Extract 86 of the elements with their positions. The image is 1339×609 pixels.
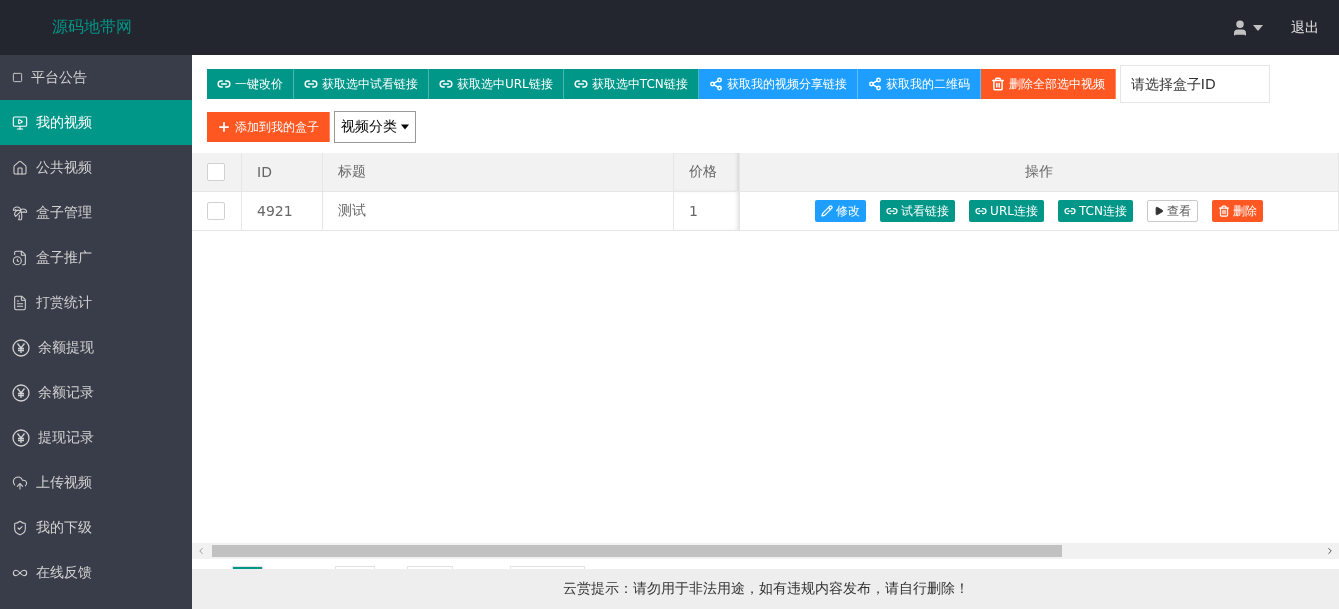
sidebar-item[interactable]: 平台公告: [0, 55, 192, 100]
shield-check-icon: [12, 519, 28, 536]
document-icon: [12, 249, 28, 266]
row-action-button[interactable]: TCN连接: [1057, 200, 1133, 222]
add-to-box-button[interactable]: 添加到我的盒子: [207, 112, 330, 142]
sidebar-item[interactable]: 我的下级: [0, 505, 192, 550]
video-icon: [12, 114, 28, 131]
cloud-upload-icon: [12, 474, 28, 491]
sidebar-item-label: 公共视频: [36, 158, 92, 177]
column-header: ID: [242, 153, 323, 192]
caret-icon: [401, 124, 409, 130]
column-header: 标题: [323, 153, 674, 192]
link-icon: [1063, 205, 1076, 217]
user-menu[interactable]: [1231, 18, 1263, 37]
sidebar-item[interactable]: 公共视频: [0, 145, 192, 190]
category-select[interactable]: 视频分类: [334, 111, 416, 143]
row-action-button[interactable]: 删除: [1211, 200, 1263, 222]
pager-button[interactable]: [232, 566, 263, 569]
plus-icon: [217, 120, 231, 134]
share-icon: [867, 77, 882, 91]
play-icon: [1153, 206, 1164, 216]
link-icon: [439, 77, 453, 91]
sidebar-item-label: 盒子推广: [36, 248, 92, 267]
sidebar-item[interactable]: 盒子管理: [0, 190, 192, 235]
toolbar-button[interactable]: 获取选中TCN链接: [563, 69, 699, 99]
link-icon: [975, 205, 988, 217]
column-header: 操作: [740, 153, 1339, 192]
document-icon: [12, 294, 28, 311]
sidebar-item-label: 提现记录: [38, 428, 94, 447]
share-icon: [708, 77, 723, 91]
sidebar-item-label: 盒子管理: [36, 203, 92, 222]
user-icon: [1231, 18, 1249, 37]
caret-icon: [1253, 24, 1263, 31]
pencil-icon: [821, 205, 834, 217]
yen-circle-icon: [12, 338, 30, 357]
table-cell: 4921: [242, 192, 323, 231]
footer-notice: 云赏提示：请勿用于非法用途，如有违规内容发布，请自行删除！: [562, 580, 969, 598]
row-action-button[interactable]: 修改: [815, 200, 867, 222]
box-id-field[interactable]: 请选择盒子ID: [1119, 65, 1270, 103]
square-icon: [12, 72, 23, 83]
sidebar-item[interactable]: 提现记录: [0, 415, 192, 460]
sidebar-item-label: 上传视频: [36, 473, 92, 492]
sidebar-item[interactable]: 上传视频: [0, 460, 192, 505]
yen-circle-icon: [12, 383, 30, 402]
link-icon: [304, 77, 318, 91]
sidebar-item[interactable]: 余额提现: [0, 325, 192, 370]
toolbar-button[interactable]: 获取我的视频分享链接: [698, 69, 858, 99]
home-icon: [12, 159, 28, 176]
row-checkbox[interactable]: [207, 202, 225, 220]
sidebar-item[interactable]: 打赏统计: [0, 280, 192, 325]
sidebar-item[interactable]: 我的视频: [0, 100, 192, 145]
table-cell: 测试: [323, 192, 674, 231]
trash-icon: [1217, 205, 1230, 217]
sidebar-item-label: 平台公告: [31, 68, 87, 87]
yen-circle-icon: [12, 428, 30, 447]
row-action-button[interactable]: 查看: [1146, 200, 1198, 222]
category-select-value: 视频分类: [341, 118, 397, 136]
sidebar-item[interactable]: 余额记录: [0, 370, 192, 415]
logout-link[interactable]: 退出: [1291, 18, 1319, 37]
scroll-right-icon[interactable]: [1325, 546, 1335, 556]
toolbar-button[interactable]: 获取选中试看链接: [294, 69, 429, 99]
trash-icon: [990, 77, 1005, 91]
link-icon: [886, 205, 899, 217]
toolbar-button[interactable]: 获取我的二维码: [857, 69, 981, 99]
select-all-checkbox[interactable]: [207, 163, 225, 181]
row-action-button[interactable]: URL连接: [969, 200, 1044, 222]
sidebar-item-label: 我的下级: [36, 518, 92, 537]
site-logo[interactable]: 源码地带网: [52, 17, 132, 38]
sidebar-item-label: 在线反馈: [36, 563, 92, 582]
palm-tree-icon: [12, 204, 28, 221]
link-icon: [217, 77, 231, 91]
column-header: 价格: [674, 153, 740, 192]
sidebar-item-label: 余额提现: [38, 338, 94, 357]
toolbar-button[interactable]: 获取选中URL链接: [429, 69, 564, 99]
sidebar-item[interactable]: 在线反馈: [0, 550, 192, 595]
scroll-left-icon[interactable]: [196, 546, 206, 556]
horizontal-scrollbar[interactable]: [192, 543, 1339, 559]
table-cell: 1: [674, 192, 740, 231]
toolbar-button[interactable]: 一键改价: [207, 69, 294, 99]
link-icon: [573, 77, 588, 91]
sidebar-item-label: 打赏统计: [36, 293, 92, 312]
sidebar-item[interactable]: 盒子推广: [0, 235, 192, 280]
row-action-button[interactable]: 试看链接: [880, 200, 956, 222]
toolbar-button[interactable]: 删除全部选中视频: [980, 69, 1116, 99]
sidebar-item-label: 我的视频: [36, 113, 92, 132]
sidebar-item-label: 余额记录: [38, 383, 94, 402]
